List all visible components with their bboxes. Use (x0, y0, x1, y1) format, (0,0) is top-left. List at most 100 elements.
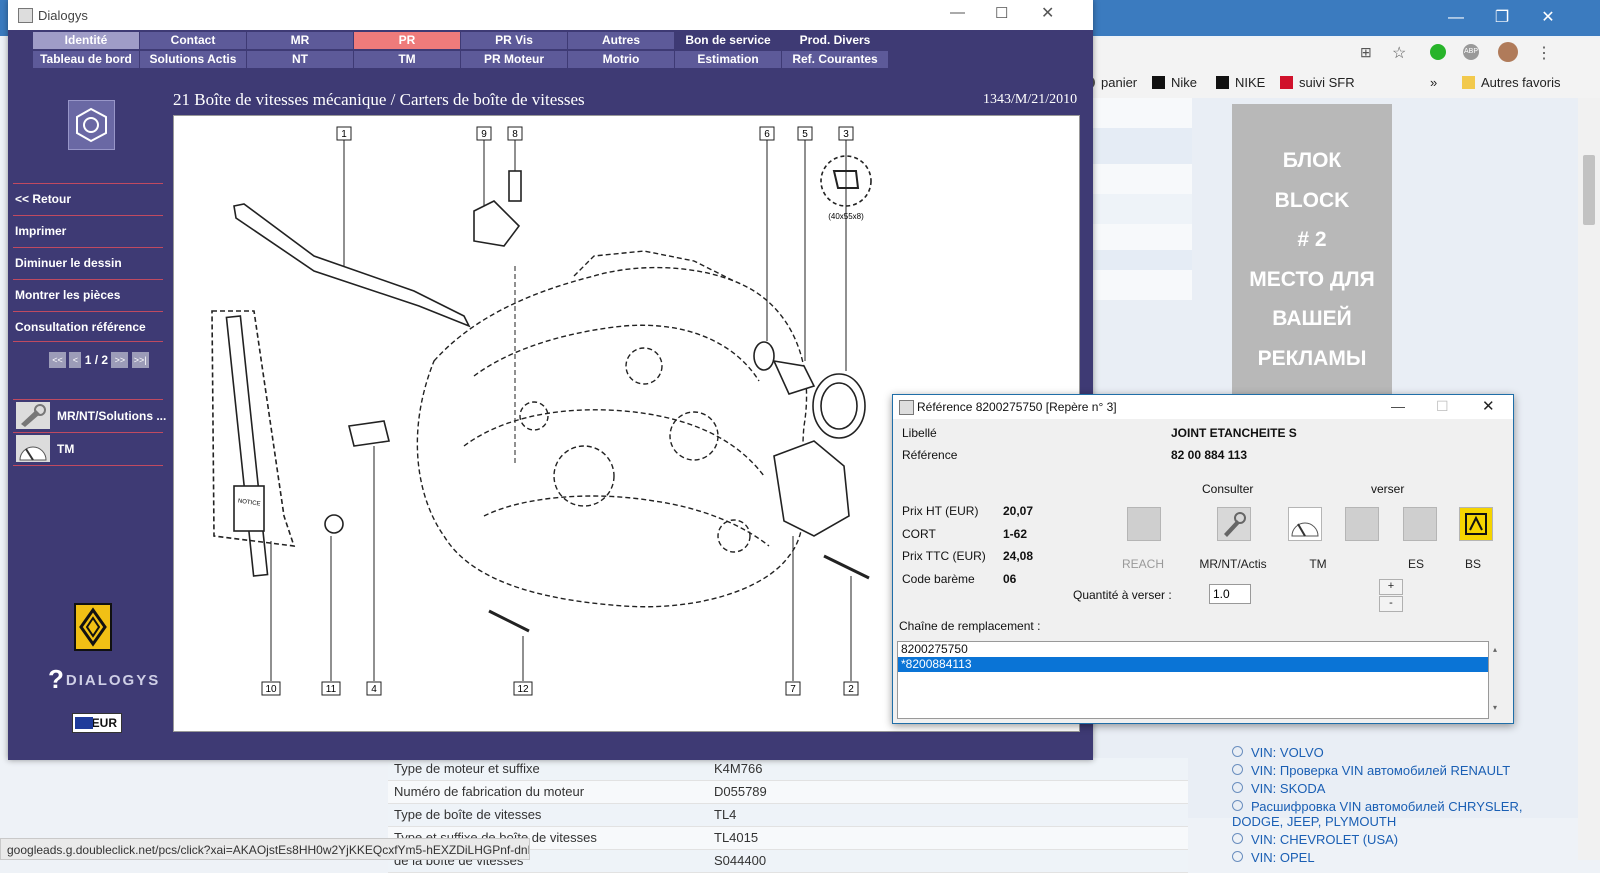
side-link[interactable]: Расшифровка VIN автомобилей CHRYSLER, DO… (1232, 799, 1572, 829)
verser-label: verser (1371, 482, 1405, 496)
bookmark-other[interactable]: Autres favoris (1462, 75, 1560, 90)
extension-icon[interactable] (1430, 44, 1446, 60)
brand-text: DIALOGYS (65, 672, 161, 689)
bs-caption: BS (1464, 557, 1481, 571)
bs-icon-button[interactable] (1459, 507, 1493, 541)
pager-text: 1 / 2 (84, 353, 109, 367)
imprimer-button[interactable]: Imprimer (13, 215, 163, 246)
side-link[interactable]: VIN: OPEL (1232, 850, 1572, 865)
menu-solutions-actis[interactable]: Solutions Actis (140, 51, 246, 68)
menu-dots-icon[interactable]: ⋮ (1536, 43, 1552, 63)
menu-autres[interactable]: Autres (568, 32, 674, 49)
quantity-input[interactable] (1209, 584, 1251, 604)
side-link[interactable]: VIN: SKODA (1232, 781, 1572, 796)
renault-logo (74, 603, 112, 651)
side-link[interactable]: VIN: VOLVO (1232, 745, 1572, 760)
mr-nt-actis-icon-button[interactable] (1217, 507, 1251, 541)
dialog-minimize-icon[interactable]: — (1391, 398, 1405, 414)
table-row: Type de moteur et suffixe K4M766 (388, 758, 1188, 781)
bookmark-sfr[interactable]: suivi SFR (1280, 75, 1355, 90)
bookmarks-more[interactable]: » (1430, 75, 1437, 90)
pager-prev-button[interactable]: < (69, 352, 82, 368)
table-row: Type de boîte de vitesses TL4 (388, 804, 1188, 827)
callout-4: 4 (371, 684, 377, 695)
ad-line: ВАШЕЙ (1272, 307, 1352, 331)
pager-first-button[interactable]: << (49, 352, 66, 368)
menu-motrio[interactable]: Motrio (568, 51, 674, 68)
side-link[interactable]: VIN: CHEVROLET (USA) (1232, 832, 1572, 847)
reference-title-bar: Référence 8200275750 [Repère n° 3] — ☐ ✕ (893, 395, 1513, 419)
menu-tableau-de-bord[interactable]: Tableau de bord (33, 51, 139, 68)
doc-link-tm[interactable]: TM (13, 432, 163, 466)
doc-link-mr-nt[interactable]: MR/NT/Solutions ... (13, 399, 166, 433)
libelle-label: Libellé (902, 426, 937, 440)
chain-item-selected[interactable]: *8200884113 (898, 657, 1488, 672)
price-ht-label: Prix HT (EUR) (902, 504, 979, 518)
menu-estimation[interactable]: Estimation (675, 51, 781, 68)
menu-contact[interactable]: Contact (140, 32, 246, 49)
browser-close-icon[interactable]: ✕ (1530, 6, 1566, 30)
close-icon[interactable]: ✕ (1041, 3, 1054, 23)
adblock-icon[interactable]: ABP (1463, 44, 1479, 60)
list-scroll-up-icon[interactable]: ▴ (1493, 645, 1497, 654)
currency-button[interactable]: EUR (72, 713, 122, 733)
pager-next-button[interactable]: >> (111, 352, 129, 368)
price-ttc-label: Prix TTC (EUR) (902, 549, 986, 563)
side-link[interactable]: VIN: Проверка VIN автомобилей RENAULT (1232, 763, 1572, 778)
menu-pr[interactable]: PR (354, 32, 460, 49)
chain-item[interactable]: 8200275750 (898, 642, 1488, 657)
replacement-chain-list[interactable]: 8200275750 *8200884113 (897, 641, 1489, 719)
list-scroll-down-icon[interactable]: ▾ (1493, 703, 1497, 712)
quantity-increment-button[interactable]: + (1379, 579, 1403, 595)
menu-identite[interactable]: Identité (33, 32, 139, 49)
callout-10: 10 (265, 684, 277, 695)
section-title: 21 Boîte de vitesses mécanique / Carters… (173, 90, 585, 109)
browser-minimize-icon[interactable]: — (1438, 6, 1474, 30)
menu-nt[interactable]: NT (247, 51, 353, 68)
menu-prod-divers[interactable]: Prod. Divers (782, 32, 888, 49)
ad-banner[interactable]: БЛОК BLOCK # 2 МЕСТО ДЛЯ ВАШЕЙ РЕКЛАМЫ (1232, 104, 1392, 404)
diminuer-dessin-button[interactable]: Diminuer le dessin (13, 247, 163, 278)
pager-last-button[interactable]: >>| (131, 352, 149, 368)
callout-11: 11 (326, 684, 337, 695)
currency-label: EUR (91, 716, 117, 730)
dialog-close-icon[interactable]: ✕ (1482, 397, 1495, 415)
browser-restore-icon[interactable]: ❐ (1484, 6, 1520, 30)
menu-bon-de-service[interactable]: Bon de service (675, 32, 781, 49)
dialogys-logo: ?DIALOGYS (48, 664, 160, 695)
consultation-reference-button[interactable]: Consultation référence (13, 311, 163, 342)
montrer-pieces-button[interactable]: Montrer les pièces (13, 279, 163, 310)
browser-toolbar: ⊞ ☆ ABP ⋮ (1080, 38, 1600, 68)
scrollbar-thumb[interactable] (1583, 155, 1595, 225)
price-ht-value: 20,07 (1003, 504, 1034, 518)
ad-line: МЕСТО ДЛЯ (1249, 267, 1375, 291)
minimize-icon[interactable]: — (950, 4, 965, 21)
price-ttc-value: 24,08 (1003, 549, 1034, 563)
ad-line: РЕКЛАМЫ (1257, 346, 1367, 370)
reach-icon-button (1127, 507, 1161, 541)
reference-title: Référence 8200275750 [Repère n° 3] (917, 400, 1117, 414)
star-icon[interactable]: ☆ (1392, 43, 1406, 63)
bookmark-nike-2[interactable]: NIKE (1216, 75, 1265, 90)
bookmark-nike[interactable]: Nike (1152, 75, 1197, 90)
wrench-icon (1224, 512, 1246, 537)
profile-avatar[interactable] (1498, 42, 1518, 62)
tm-icon-button[interactable] (1288, 507, 1322, 541)
code-bareme-label: Code barème (902, 572, 975, 586)
code-bareme-value: 06 (1003, 572, 1017, 586)
menu-ref-courantes[interactable]: Ref. Courantes (782, 51, 888, 68)
chain-label: Chaîne de remplacement : (899, 619, 1041, 633)
menu-pr-moteur[interactable]: PR Moteur (461, 51, 567, 68)
quantity-decrement-button[interactable]: - (1379, 596, 1403, 612)
menu-mr[interactable]: MR (247, 32, 353, 49)
translate-icon[interactable]: ⊞ (1360, 44, 1372, 61)
menu-tm[interactable]: TM (354, 51, 460, 68)
clock-doc-icon (16, 435, 50, 462)
callout-3: 3 (843, 129, 849, 140)
parts-icon-button (1345, 507, 1379, 541)
retour-button[interactable]: << Retour (13, 183, 163, 214)
maximize-icon[interactable]: ☐ (995, 4, 1008, 22)
menu-pr-vis[interactable]: PR Vis (461, 32, 567, 49)
libelle-value: JOINT ETANCHEITE S (1171, 426, 1297, 440)
callout-8: 8 (512, 129, 518, 140)
